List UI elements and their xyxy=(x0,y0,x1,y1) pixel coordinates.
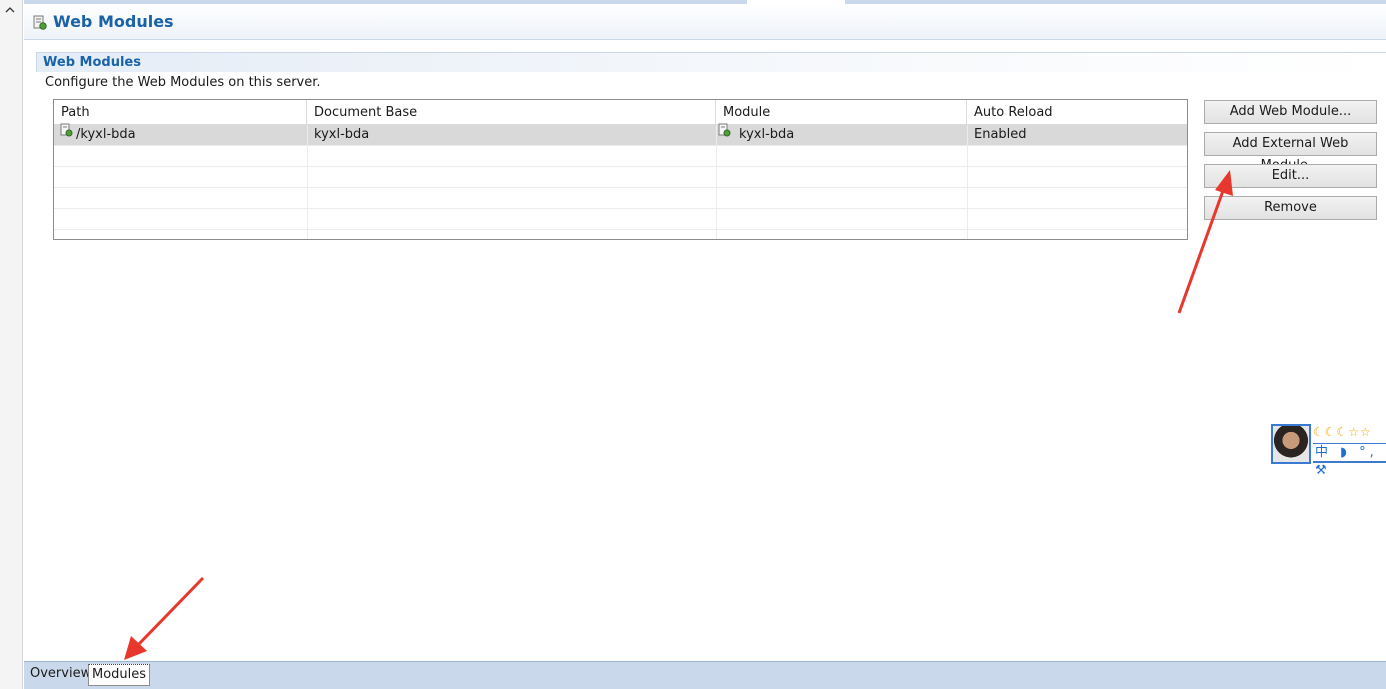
column-header-document-base[interactable]: Document Base xyxy=(307,100,716,125)
column-header-auto-reload[interactable]: Auto Reload xyxy=(967,100,1187,125)
column-divider xyxy=(716,125,717,239)
chevron-up-icon[interactable] xyxy=(3,4,17,18)
cell-module: kyxl-bda xyxy=(716,123,967,146)
column-divider xyxy=(307,125,308,239)
avatar[interactable] xyxy=(1271,424,1311,464)
web-module-icon xyxy=(60,123,73,144)
section-description: Configure the Web Modules on this server… xyxy=(45,75,321,90)
remove-button[interactable]: Remove xyxy=(1204,196,1377,220)
add-external-web-module-button[interactable]: Add External Web Module... xyxy=(1204,132,1377,173)
left-gutter xyxy=(0,0,23,689)
ime-status-icons[interactable]: ☾☾☾☆☆ xyxy=(1313,424,1386,441)
section-header: Web Modules xyxy=(36,52,1386,72)
table-row-empty xyxy=(54,146,1187,167)
tab-overview[interactable]: Overview xyxy=(27,664,94,686)
server-module-icon xyxy=(33,15,47,34)
column-header-module[interactable]: Module xyxy=(716,100,967,125)
table-row-empty xyxy=(54,188,1187,209)
module-text: kyxl-bda xyxy=(739,127,795,142)
table-row-empty xyxy=(54,167,1187,188)
table-row[interactable]: /kyxl-bda kyxl-bda kyxl-bda Enabled xyxy=(54,123,1187,146)
ime-widget[interactable]: ☾☾☾☆☆ 中 ◗ °, ⚒ xyxy=(1271,424,1386,478)
path-text: /kyxl-bda xyxy=(76,127,136,142)
edit-button[interactable]: Edit... xyxy=(1204,164,1377,188)
cell-path: /kyxl-bda xyxy=(54,123,307,146)
column-header-path[interactable]: Path xyxy=(54,100,307,125)
arrow-to-modules-tab-icon xyxy=(124,576,205,660)
web-modules-table[interactable]: Path Document Base Module Auto Reload /k… xyxy=(53,99,1188,240)
page-title: Web Modules xyxy=(53,12,174,31)
editor-header: Web Modules xyxy=(24,4,1386,40)
ime-toolbar[interactable]: 中 ◗ °, ⚒ xyxy=(1313,443,1386,478)
section-title: Web Modules xyxy=(43,55,141,70)
tab-modules[interactable]: Modules xyxy=(88,664,151,686)
web-module-icon xyxy=(718,123,731,144)
editor-window: Web Modules Web Modules Configure the We… xyxy=(0,0,1386,689)
editor-page-tabs: Overview Modules xyxy=(24,661,1386,689)
column-divider xyxy=(967,125,968,239)
cell-auto-reload: Enabled xyxy=(974,127,1027,142)
cell-document-base: kyxl-bda xyxy=(314,127,370,142)
table-header: Path Document Base Module Auto Reload xyxy=(54,100,1187,125)
table-row-empty xyxy=(54,209,1187,230)
add-web-module-button[interactable]: Add Web Module... xyxy=(1204,100,1377,124)
